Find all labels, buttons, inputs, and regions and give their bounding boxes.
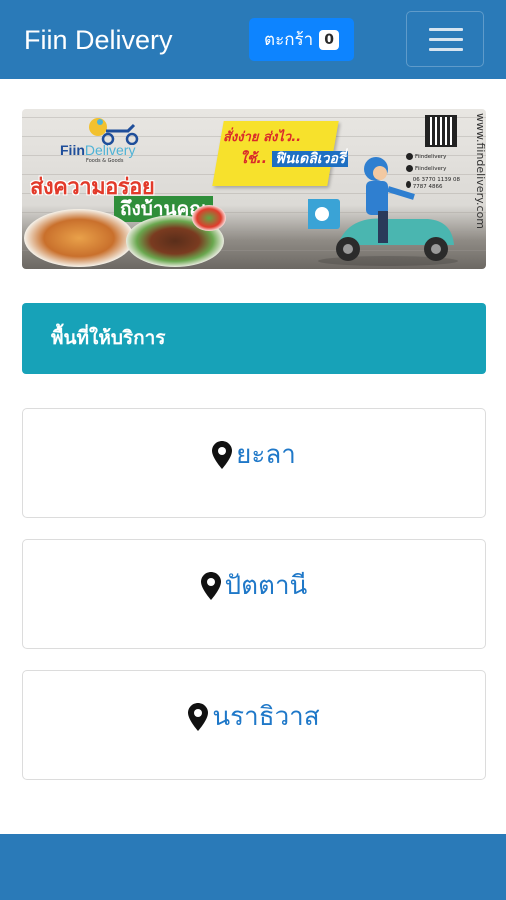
section-title: พื้นที่ให้บริการ xyxy=(51,327,166,349)
qr-code-image xyxy=(425,115,457,147)
cart-button[interactable]: ตะกร้า 0 xyxy=(249,18,354,61)
area-card-narathiwat[interactable]: นราธิวาส xyxy=(22,670,486,780)
banner-logo-subtitle: Foods & Goods xyxy=(86,158,124,164)
footer-bar xyxy=(0,834,506,900)
map-pin-icon xyxy=(200,572,221,600)
map-pin-icon xyxy=(188,703,209,731)
service-area-header: พื้นที่ให้บริการ xyxy=(22,303,486,374)
area-name: ปัตตานี xyxy=(224,571,308,601)
hamburger-icon xyxy=(429,28,463,31)
sign-text-line1: สั่งง่าย ส่งไว.. xyxy=(223,130,302,145)
area-card-yala[interactable]: ยะลา xyxy=(22,408,486,518)
area-card-pattani[interactable]: ปัตตานี xyxy=(22,539,486,649)
cart-label: ตะกร้า xyxy=(264,30,314,50)
hamburger-icon-line xyxy=(429,38,463,41)
salad-bowl-image xyxy=(192,205,226,231)
contact-facebook: Fiindelivery xyxy=(406,153,446,160)
contact-line: Fiindelivery xyxy=(406,165,446,172)
phone-icon xyxy=(406,180,411,188)
logo-scooter-icon xyxy=(89,118,139,145)
banner-url: www.fiindelivery.com xyxy=(474,113,486,230)
navbar: Fiin Delivery ตะกร้า 0 xyxy=(0,0,506,79)
hamburger-icon-line xyxy=(429,48,463,51)
cart-count-badge: 0 xyxy=(319,29,339,50)
area-name: ยะลา xyxy=(236,440,296,470)
promo-banner: FiinDelivery Foods & Goods ส่งความอร่อย … xyxy=(22,109,486,269)
area-link[interactable]: ยะลา xyxy=(23,435,485,475)
area-link[interactable]: ปัตตานี xyxy=(23,566,485,606)
banner-logo: FiinDelivery xyxy=(60,142,136,158)
contact-phone: 06 3770 1139 08 7787 4866 xyxy=(406,177,466,191)
area-name: นราธิวาส xyxy=(212,702,320,732)
area-link[interactable]: นราธิวาส xyxy=(23,697,485,737)
line-icon xyxy=(406,165,413,172)
food-plate-image xyxy=(24,209,134,267)
brand-title[interactable]: Fiin Delivery xyxy=(24,22,173,58)
facebook-icon xyxy=(406,153,413,160)
menu-toggle-button[interactable] xyxy=(406,11,484,67)
map-pin-icon xyxy=(212,441,233,469)
